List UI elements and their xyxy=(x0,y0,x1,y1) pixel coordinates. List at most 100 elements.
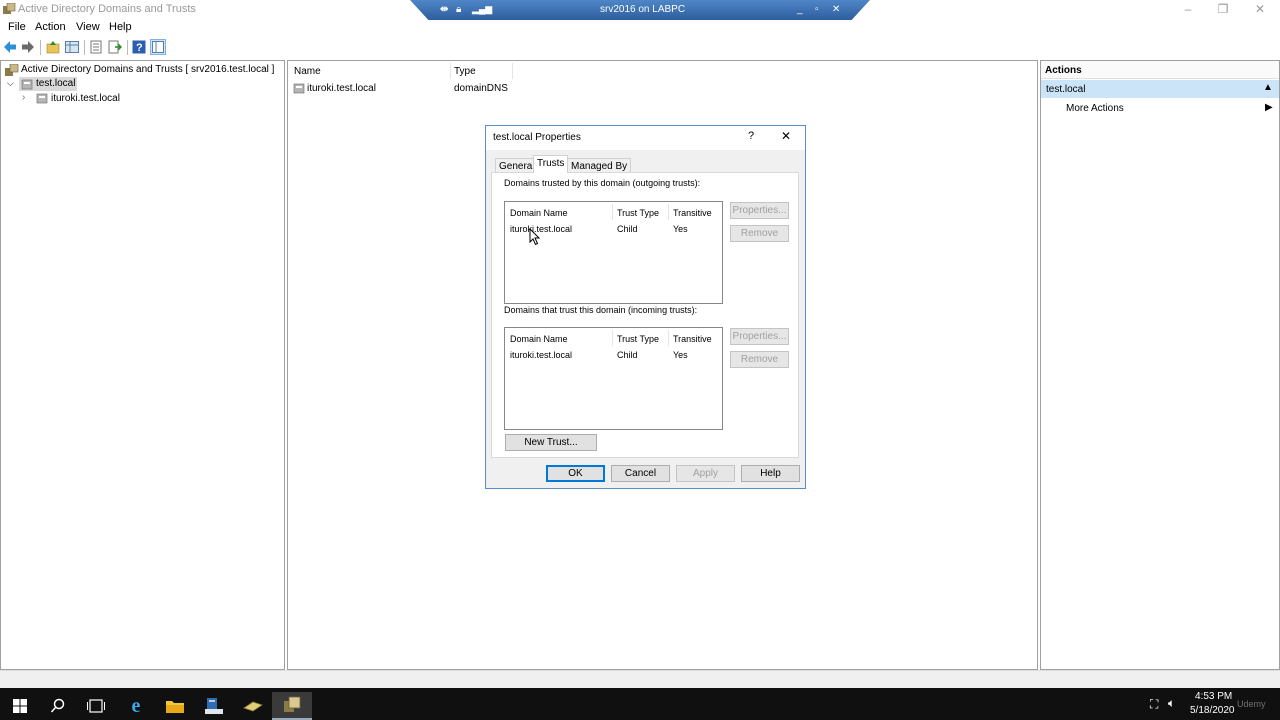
lock-icon: 🔒︎ xyxy=(456,4,462,15)
ad-tools-icon xyxy=(243,701,263,712)
column-header-domain[interactable]: Domain Name xyxy=(510,208,568,218)
actions-title: Actions xyxy=(1045,65,1082,76)
task-view-button[interactable] xyxy=(76,692,116,720)
taskbar: e ⛶ 🔈︎ 4:53 PM 5/18/2020 Udemy xyxy=(0,688,1280,720)
clock-time[interactable]: 4:53 PM xyxy=(1195,691,1232,702)
cell-domain: ituroki.test.local xyxy=(510,224,573,234)
domain-icon xyxy=(36,93,48,104)
menu-view[interactable]: View xyxy=(76,21,100,33)
incoming-remove-button[interactable]: Remove xyxy=(730,351,789,368)
close-button[interactable]: ✕ xyxy=(1245,2,1275,16)
properties-dialog: test.local Properties ? ✕ General Trusts… xyxy=(485,125,806,489)
actions-section-title: test.local xyxy=(1046,84,1086,95)
show-tree-icon[interactable] xyxy=(65,40,79,54)
forward-arrow-icon[interactable] xyxy=(21,40,35,54)
cell-transitive: Yes xyxy=(673,350,688,360)
cell-domain: ituroki.test.local xyxy=(510,350,573,360)
taskbar-server-manager[interactable] xyxy=(194,692,234,720)
maximize-button[interactable]: ❐ xyxy=(1208,2,1238,16)
incoming-label: Domains that trust this domain (incoming… xyxy=(504,305,698,315)
network-icon[interactable]: ⛶ xyxy=(1150,697,1158,712)
tree-item-label: test.local xyxy=(36,78,76,89)
chevron-right-icon[interactable]: › xyxy=(22,92,25,103)
export-icon[interactable] xyxy=(108,40,122,54)
window-title: Active Directory Domains and Trusts xyxy=(18,3,196,15)
menu-action[interactable]: Action xyxy=(35,21,66,33)
outgoing-remove-button[interactable]: Remove xyxy=(730,225,789,242)
list-item[interactable]: ituroki.test.local domainDNS xyxy=(292,82,522,96)
ok-button[interactable]: OK xyxy=(546,465,605,482)
folder-icon xyxy=(166,701,184,713)
taskbar-internet-explorer[interactable]: e xyxy=(116,692,156,720)
column-header-trust-type[interactable]: Trust Type xyxy=(617,208,659,218)
new-trust-button[interactable]: New Trust... xyxy=(505,434,597,451)
dialog-title: test.local Properties xyxy=(493,132,581,143)
ad-domains-icon xyxy=(5,64,19,76)
chevron-right-icon: ▶ xyxy=(1265,102,1273,113)
server-manager-icon xyxy=(205,698,223,714)
properties-icon[interactable] xyxy=(89,40,103,54)
cell-transitive: Yes xyxy=(673,224,688,234)
column-header-trust-type[interactable]: Trust Type xyxy=(617,334,659,344)
up-folder-icon[interactable] xyxy=(46,40,60,54)
incoming-properties-button[interactable]: Properties... xyxy=(730,328,789,345)
tree-item-test-local[interactable]: test.local xyxy=(19,77,77,91)
pin-icon[interactable]: ⇹ xyxy=(440,4,448,15)
search-icon xyxy=(50,698,65,713)
clock-date[interactable]: 5/18/2020 xyxy=(1190,705,1235,716)
tab-trusts[interactable]: Trusts xyxy=(533,155,569,173)
tree-item-child[interactable]: ituroki.test.local xyxy=(51,93,120,104)
tab-panel: Domains trusted by this domain (outgoing… xyxy=(491,172,799,458)
status-bar xyxy=(0,670,1280,688)
help-question-button[interactable]: ? xyxy=(748,130,754,142)
column-header-transitive[interactable]: Transitive xyxy=(673,334,712,344)
collapse-up-icon[interactable]: ▲ xyxy=(1263,82,1273,93)
minimize-button[interactable]: – xyxy=(1173,2,1203,16)
udemy-watermark: Udemy xyxy=(1237,699,1266,709)
ad-domains-icon xyxy=(284,696,301,712)
rdp-close-button[interactable]: ✕ xyxy=(832,4,840,15)
column-header-transitive[interactable]: Transitive xyxy=(673,208,712,218)
outgoing-label: Domains trusted by this domain (outgoing… xyxy=(504,178,701,188)
volume-icon[interactable]: 🔈︎ xyxy=(1168,696,1175,711)
actions-pane: Actions test.local ▲ More Actions ▶ xyxy=(1040,60,1280,670)
outgoing-properties-button[interactable]: Properties... xyxy=(730,202,789,219)
actions-section[interactable]: test.local ▲ xyxy=(1041,80,1279,98)
domain-icon xyxy=(293,83,305,94)
toolbar: ? xyxy=(0,37,1280,57)
rdp-restore-button[interactable]: ▫ xyxy=(815,4,819,15)
column-header-type[interactable]: Type xyxy=(454,66,476,77)
incoming-trusts-list[interactable]: Domain Name Trust Type Transitive iturok… xyxy=(504,327,723,430)
view-icon[interactable] xyxy=(150,39,166,55)
taskbar-ad-tools[interactable] xyxy=(233,692,273,720)
rdp-title: srv2016 on LABPC xyxy=(600,4,686,15)
list-item-name: ituroki.test.local xyxy=(307,83,376,94)
apply-button[interactable]: Apply xyxy=(676,465,735,482)
more-actions-item[interactable]: More Actions ▶ xyxy=(1041,101,1279,117)
cell-trust-type: Child xyxy=(617,224,638,234)
help-button[interactable]: Help xyxy=(741,465,800,482)
windows-logo-icon xyxy=(13,699,27,713)
rdp-minimize-button[interactable]: _ xyxy=(797,4,803,15)
tree-root[interactable]: Active Directory Domains and Trusts [ sr… xyxy=(21,64,274,75)
column-header-domain[interactable]: Domain Name xyxy=(510,334,568,344)
list-item-type: domainDNS xyxy=(454,83,508,94)
outgoing-trusts-list[interactable]: Domain Name Trust Type Transitive iturok… xyxy=(504,201,723,304)
menu-help[interactable]: Help xyxy=(109,21,132,33)
column-header-name[interactable]: Name xyxy=(294,66,321,77)
taskbar-ad-domains-trusts[interactable] xyxy=(272,692,312,720)
taskbar-file-explorer[interactable] xyxy=(155,692,195,720)
search-button[interactable] xyxy=(38,692,78,720)
start-button[interactable] xyxy=(0,692,40,720)
help-icon[interactable]: ? xyxy=(132,40,146,54)
menu-bar: File Action View Help xyxy=(0,18,1280,36)
signal-icon[interactable]: ▂▄▆ xyxy=(472,4,492,15)
back-arrow-icon[interactable] xyxy=(3,40,17,54)
console-tree-pane: Active Directory Domains and Trusts [ sr… xyxy=(0,60,285,670)
dialog-close-button[interactable]: ✕ xyxy=(781,129,791,143)
internet-explorer-icon: e xyxy=(131,694,141,717)
cancel-button[interactable]: Cancel xyxy=(611,465,670,482)
table-row[interactable]: ituroki.test.local Child Yes xyxy=(508,349,718,362)
menu-file[interactable]: File xyxy=(8,21,26,33)
chevron-down-icon[interactable]: ⌵ xyxy=(7,78,14,89)
